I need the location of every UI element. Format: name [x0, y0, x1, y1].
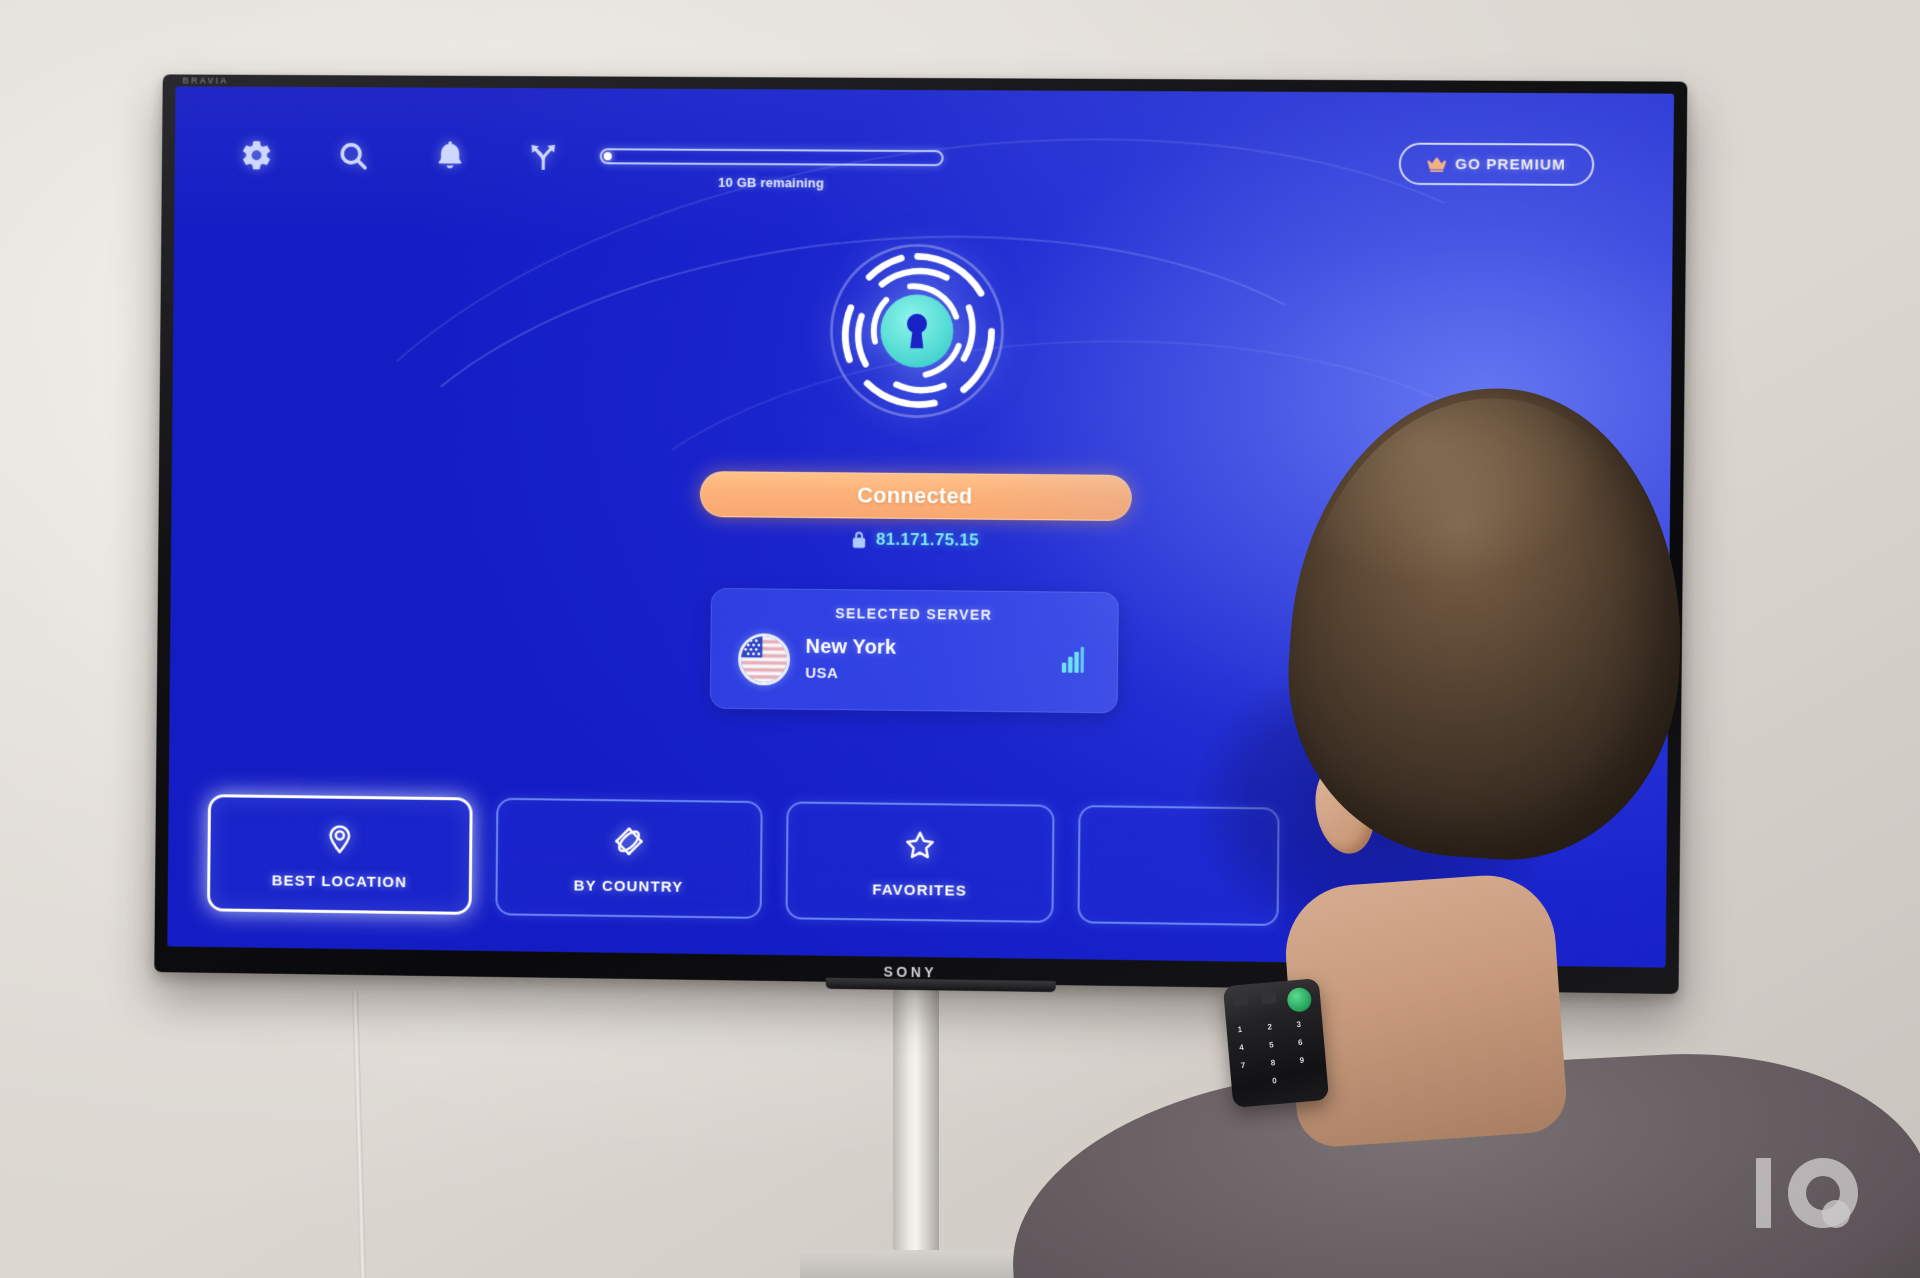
television: BRAVIA SONY 10 GB remaining GO PREMIUM C… — [154, 74, 1687, 994]
nav-card-favorites[interactable]: FAVORITES — [785, 801, 1054, 923]
globe-icon — [613, 825, 645, 857]
star-icon — [904, 829, 936, 861]
tv-brand-bravia-label: BRAVIA — [182, 76, 228, 86]
ip-address-row: 81.171.75.15 — [850, 529, 979, 550]
selected-server-city: New York — [805, 636, 896, 660]
signal-bars-icon — [1061, 647, 1083, 673]
remote-key — [1261, 991, 1277, 1004]
crown-icon — [1427, 154, 1446, 173]
vpn-app: 10 GB remaining GO PREMIUM Connected 81.… — [167, 86, 1674, 967]
data-meter-fill — [604, 152, 612, 160]
lock-rings-icon — [825, 239, 1009, 422]
go-premium-button[interactable]: GO PREMIUM — [1398, 143, 1594, 186]
tv-base-lip — [826, 978, 1056, 992]
remote-key-label: 2 — [1267, 1022, 1272, 1031]
nav-card-by-country[interactable]: BY COUNTRY — [495, 798, 762, 919]
settings-icon[interactable] — [234, 132, 280, 178]
split-tunnel-icon[interactable] — [520, 134, 566, 180]
data-usage-meter[interactable] — [600, 148, 944, 166]
selected-server-country: USA — [805, 665, 838, 682]
nav-card-label — [1080, 901, 1277, 904]
tv-stand-foot — [800, 1250, 1040, 1278]
remote-key-label: 9 — [1299, 1056, 1304, 1065]
search-icon[interactable] — [330, 133, 376, 179]
selected-server-card[interactable]: SELECTED SERVER New York USA — [709, 588, 1118, 713]
nav-card-label: FAVORITES — [788, 880, 1052, 901]
remote-key — [1233, 993, 1249, 1006]
notifications-icon[interactable] — [427, 133, 473, 179]
connect-status-label: Connected — [857, 482, 973, 509]
nav-card-overflow[interactable] — [1077, 805, 1279, 926]
bottom-nav-row: BEST LOCATION BY COUNTRY FAVORITES — [207, 794, 1667, 931]
remote-key-label: 0 — [1272, 1076, 1277, 1085]
selected-server-title: SELECTED SERVER — [710, 604, 1118, 624]
remote-key-label: 7 — [1240, 1061, 1245, 1070]
remote-key-label: 8 — [1270, 1058, 1275, 1067]
tv-screen: 10 GB remaining GO PREMIUM Connected 81.… — [167, 86, 1674, 967]
remote-power-button — [1286, 987, 1312, 1013]
lock-icon — [850, 529, 867, 549]
data-meter-track — [600, 148, 944, 166]
remote-key-label: 3 — [1296, 1020, 1301, 1029]
go-premium-label: GO PREMIUM — [1455, 155, 1566, 173]
connect-status-button[interactable]: Connected — [699, 471, 1131, 521]
nav-card-label: BEST LOCATION — [210, 872, 469, 892]
ip-address-value: 81.171.75.15 — [876, 530, 979, 551]
tv-stand-pole — [893, 985, 939, 1278]
remote-key-label: 6 — [1298, 1038, 1303, 1047]
tv-remote-control: 1 2 3 4 5 6 7 8 9 0 — [1223, 978, 1329, 1108]
nav-card-label: BY COUNTRY — [498, 876, 760, 896]
map-pin-icon — [324, 822, 356, 854]
remote-key-label: 4 — [1239, 1043, 1244, 1052]
wall-cable — [352, 990, 366, 1278]
app-topbar: 10 GB remaining GO PREMIUM — [174, 132, 1673, 207]
nav-card-best-location[interactable]: BEST LOCATION — [207, 794, 473, 915]
usa-flag-icon — [737, 633, 789, 685]
watermark-logo — [1744, 1144, 1872, 1240]
remote-key-label: 5 — [1269, 1040, 1274, 1049]
room-scene: BRAVIA SONY 10 GB remaining GO PREMIUM C… — [0, 0, 1920, 1278]
data-remaining-label: 10 GB remaining — [599, 174, 943, 191]
remote-key-label: 1 — [1237, 1025, 1242, 1034]
